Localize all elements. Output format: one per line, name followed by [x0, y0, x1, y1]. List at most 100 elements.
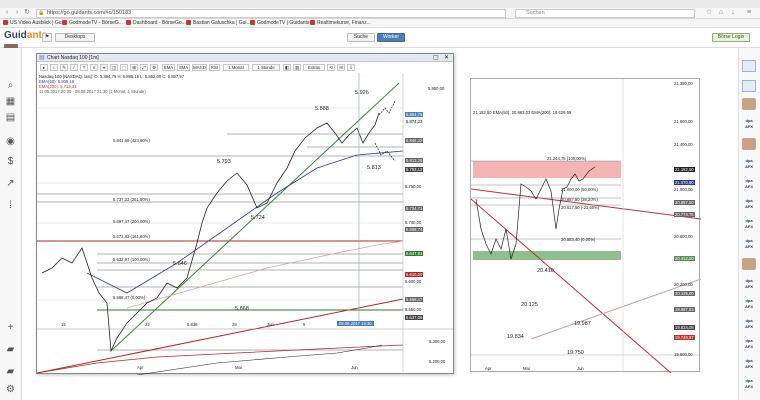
- bookmark-item[interactable]: Dashboard - BörseGo...: [126, 20, 186, 27]
- tool-icon[interactable]: ⌖: [100, 64, 108, 71]
- tool-icon[interactable]: ⟲: [327, 64, 335, 71]
- tool-icon[interactable]: ◫: [110, 64, 118, 71]
- tool-icon[interactable]: ▥: [293, 64, 301, 71]
- dollar-icon[interactable]: $: [4, 156, 17, 168]
- folder-icon[interactable]: ▰: [4, 344, 17, 356]
- bookmark-item[interactable]: US Video Ausblick | Gu...: [3, 20, 66, 27]
- tool-icon[interactable]: T: [80, 64, 88, 71]
- price-label: 5.874,23: [405, 119, 424, 124]
- forward-icon[interactable]: ›: [13, 9, 21, 17]
- worker-button[interactable]: Worker: [377, 33, 405, 42]
- tool-icon[interactable]: ◧: [283, 64, 291, 71]
- search-button[interactable]: Suche: [347, 33, 375, 42]
- tool-icon[interactable]: ▸: [40, 64, 48, 71]
- dpa-afx-icon[interactable]: dpa AFX: [742, 118, 756, 130]
- price-label: 5.610,50: [405, 272, 424, 277]
- guidants-logo[interactable]: Guidants: [4, 30, 47, 41]
- menu-icon[interactable]: ≡: [745, 9, 753, 17]
- fib-label: 20.617,50 (-23,60%): [561, 205, 600, 210]
- dpa-afx-icon[interactable]: dpa AFX: [742, 278, 756, 290]
- login-button[interactable]: Börse Login: [712, 33, 750, 42]
- back-icon[interactable]: ‹: [3, 9, 11, 17]
- apps-icon[interactable]: ⁞: [4, 200, 17, 212]
- dpa-afx-icon[interactable]: dpa AFX: [742, 238, 756, 250]
- fib-label: 20.553,40 (0,00%): [561, 237, 596, 242]
- tool-icon[interactable]: ⊞: [130, 64, 138, 71]
- window-titlebar[interactable]: Chart Nasdaq 100 [1m]: [37, 54, 453, 62]
- dpa-afx-icon[interactable]: dpa AFX: [742, 218, 756, 230]
- period-dropdown[interactable]: 1 Monat: [223, 64, 249, 71]
- tool-icon[interactable]: ⤢: [140, 64, 148, 71]
- chart-annotation: 5.793: [217, 159, 231, 165]
- settings-icon[interactable]: ⚙: [4, 384, 17, 396]
- bookmark-item[interactable]: Bastian Galuschka | Gui...: [186, 20, 251, 27]
- maximize-icon[interactable]: ▢: [433, 54, 439, 62]
- browser-addressbar: ‹ › ↻ https://go.guidants.com/#c/150183 …: [0, 8, 760, 19]
- chart-window-nasdaq[interactable]: Chart Nasdaq 100 [1m] ▤ ▢ ✕ ▸ ↕ ✎ / T ≡ …: [36, 53, 454, 375]
- expert-avatar[interactable]: [742, 138, 756, 150]
- bookmark-item[interactable]: GodmodeTV - BörseG...: [62, 20, 123, 27]
- close-icon[interactable]: ✕: [444, 54, 449, 62]
- tool-icon[interactable]: ⇩: [347, 64, 355, 71]
- price-label: 5.537,06: [405, 315, 424, 320]
- bookmark-icon: [310, 20, 315, 25]
- chart-icon[interactable]: ↗: [4, 178, 17, 190]
- price-label: 5.568,47: [405, 297, 424, 302]
- nasdaq-chart-svg[interactable]: [37, 73, 453, 375]
- document-icon[interactable]: [742, 80, 756, 92]
- price-label: 5.750,00: [405, 184, 422, 189]
- chart-annotation: 5.868: [235, 306, 249, 312]
- ema-button[interactable]: EMA: [162, 64, 175, 71]
- price-label: 5.600,00: [405, 279, 422, 284]
- dpa-afx-icon[interactable]: dpa AFX: [742, 158, 756, 170]
- bookmark-toggle-button[interactable]: ⚑: [42, 33, 52, 42]
- home-icon[interactable]: ⌂: [717, 9, 725, 17]
- price-label: 5.724,71: [405, 206, 424, 211]
- bookmark-item[interactable]: Realtimekurse, Finanz...: [310, 20, 371, 27]
- dpa-afx-icon[interactable]: dpa AFX: [742, 298, 756, 310]
- expert-avatar[interactable]: [742, 258, 756, 270]
- price-label: 20.600,00: [674, 234, 693, 239]
- extras-dropdown[interactable]: Extras: [303, 64, 325, 71]
- reload-icon[interactable]: ↻: [23, 9, 31, 17]
- tool-icon[interactable]: /: [70, 64, 78, 71]
- dpa-afx-icon[interactable]: dpa AFX: [742, 338, 756, 350]
- tool-icon[interactable]: ⚙: [150, 64, 158, 71]
- download-icon[interactable]: ↓: [729, 9, 737, 17]
- browser-search-input[interactable]: Suchen: [515, 9, 695, 18]
- tool-icon[interactable]: ≡: [90, 64, 98, 71]
- url-input[interactable]: https://go.guidants.com/#c/150183: [36, 9, 506, 18]
- rsi-button[interactable]: RSI: [209, 64, 220, 71]
- dpa-afx-icon[interactable]: dpa AFX: [742, 198, 756, 210]
- tool-icon[interactable]: ↕: [50, 64, 58, 71]
- price-label-current: 21.182,50: [674, 167, 695, 172]
- macd-button[interactable]: MACD: [192, 64, 207, 71]
- folder2-icon[interactable]: ▰: [4, 366, 17, 378]
- bookmark-item[interactable]: GodmodeTV | Guidants: [250, 20, 309, 27]
- dpa-afx-icon[interactable]: dpa AFX: [742, 358, 756, 370]
- price-label: 21.600,00: [674, 119, 693, 124]
- chart-annotation: 5.646: [173, 261, 187, 267]
- dpa-afx-icon[interactable]: dpa AFX: [742, 318, 756, 330]
- news-icon[interactable]: ▤: [4, 112, 17, 124]
- search-icon[interactable]: ⌕: [4, 80, 17, 92]
- dpa-afx-icon[interactable]: dpa AFX: [742, 178, 756, 190]
- star-icon[interactable]: ☆: [705, 9, 713, 17]
- add-icon[interactable]: +: [4, 322, 17, 334]
- price-label: 5.688,74: [405, 227, 424, 232]
- document-icon[interactable]: [742, 60, 756, 72]
- chart-window-secondary[interactable]: 21.182,50 EMA(50): 20.883,03 EMA(200): 1…: [470, 78, 701, 373]
- price-label: 20.200,00: [674, 282, 693, 287]
- expert-avatar[interactable]: [742, 98, 756, 110]
- tool-icon[interactable]: ✎: [60, 64, 68, 71]
- desktops-button[interactable]: Desktops: [55, 33, 95, 42]
- sma-button[interactable]: SMA: [177, 64, 190, 71]
- tool-icon[interactable]: ⬚: [120, 64, 128, 71]
- eye-icon[interactable]: ◉: [4, 136, 17, 148]
- lock-icon: 🔒: [38, 10, 45, 16]
- secondary-chart-svg[interactable]: [471, 79, 701, 373]
- dpa-afx-icon[interactable]: dpa AFX: [742, 378, 756, 390]
- watchlist-icon[interactable]: ▦: [4, 96, 17, 108]
- tool-icon[interactable]: ✉: [337, 64, 345, 71]
- interval-dropdown[interactable]: 1 Stunde: [252, 64, 280, 71]
